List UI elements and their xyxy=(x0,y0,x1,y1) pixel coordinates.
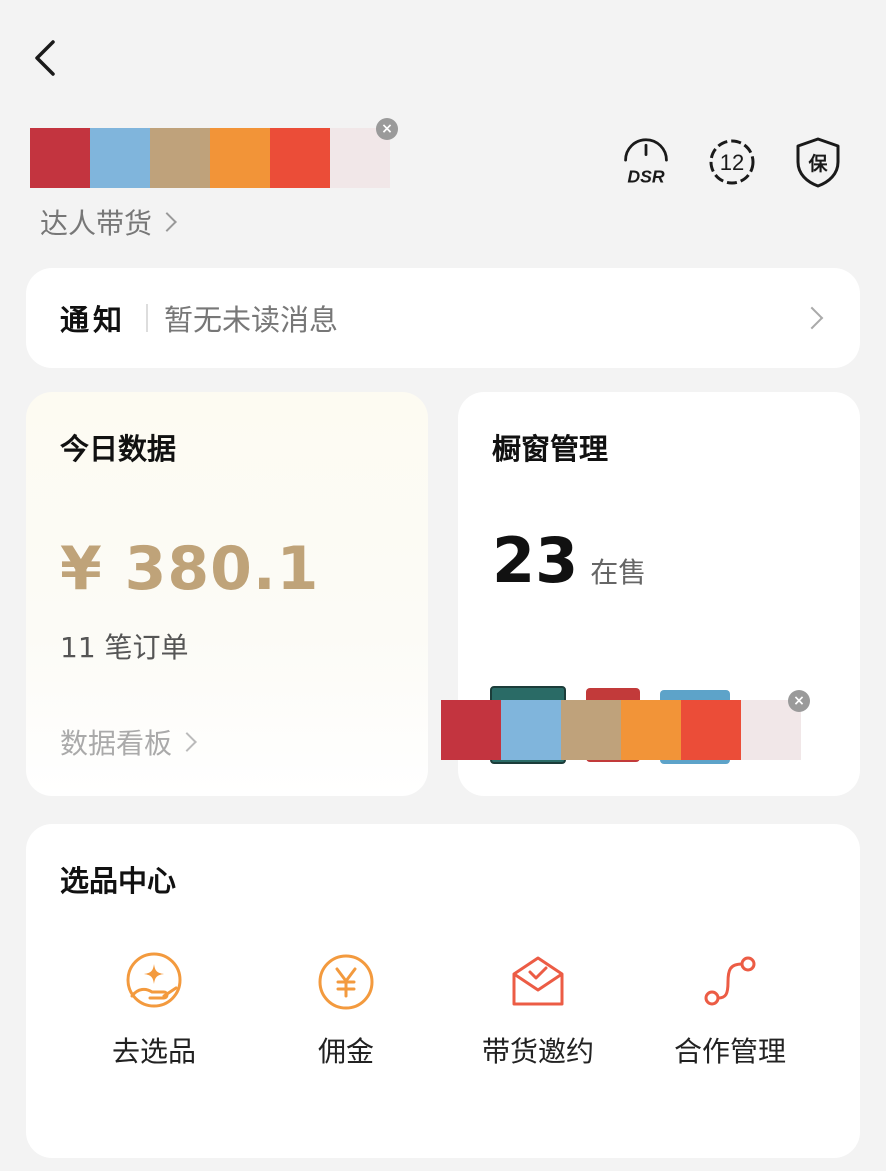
commission-button[interactable]: 佣金 xyxy=(256,952,436,1070)
today-orders: 11 笔订单 xyxy=(60,631,189,664)
connection-path-icon xyxy=(704,956,756,1006)
window-title: 橱窗管理 xyxy=(492,432,609,466)
select-center-title: 选品中心 xyxy=(60,864,177,898)
guarantee-shield-icon: 保 xyxy=(796,137,840,188)
color-swatch xyxy=(150,128,210,188)
color-swatch xyxy=(30,128,90,188)
chevron-right-icon xyxy=(157,212,177,232)
back-button[interactable] xyxy=(26,36,66,80)
dsr-gauge-icon: DSR xyxy=(624,138,668,186)
color-swatch xyxy=(501,700,561,760)
invitation-button[interactable]: 带货邀约 xyxy=(448,952,628,1070)
shop-type-label: 达人带货 xyxy=(40,207,153,240)
yen-coin-icon xyxy=(318,954,374,1010)
feature-label: 合作管理 xyxy=(673,1035,786,1068)
envelope-check-icon xyxy=(512,956,564,1006)
notice-title: 通知 xyxy=(60,303,127,337)
today-title: 今日数据 xyxy=(60,432,177,466)
chevron-right-icon xyxy=(177,732,197,752)
data-board-label: 数据看板 xyxy=(60,727,173,760)
close-icon[interactable]: × xyxy=(788,690,810,712)
level-button[interactable]: 12 xyxy=(706,134,758,190)
chevron-left-icon xyxy=(35,40,55,76)
color-swatch xyxy=(621,700,681,760)
data-board-link[interactable]: 数据看板 xyxy=(60,722,197,762)
color-swatch xyxy=(90,128,150,188)
divider xyxy=(146,304,149,332)
on-sale-count: 23 xyxy=(492,524,579,597)
feature-label: 佣金 xyxy=(317,1035,374,1068)
close-icon[interactable]: × xyxy=(376,118,398,140)
feature-label: 去选品 xyxy=(111,1035,196,1068)
chevron-right-icon xyxy=(800,306,824,330)
guarantee-char: 保 xyxy=(807,152,828,175)
select-products-button[interactable]: 去选品 xyxy=(64,952,244,1070)
dsr-label: DSR xyxy=(627,166,664,186)
on-sale-label: 在售 xyxy=(590,556,647,589)
shop-name-mask xyxy=(30,128,390,188)
shop-type-link[interactable]: 达人带货 xyxy=(40,202,177,242)
cooperation-button[interactable]: 合作管理 xyxy=(640,952,820,1070)
notice-bar[interactable]: 通知 暂无未读消息 xyxy=(26,268,860,368)
dsr-button[interactable]: DSR xyxy=(620,134,672,190)
hand-sparkle-icon xyxy=(126,952,182,1008)
guarantee-button[interactable]: 保 xyxy=(792,134,844,190)
level-12-badge-icon: 12 xyxy=(709,139,755,185)
color-swatch xyxy=(681,700,741,760)
today-data-card[interactable]: 今日数据 ¥ 380.1 11 笔订单 数据看板 xyxy=(26,392,428,796)
feature-label: 带货邀约 xyxy=(481,1035,594,1068)
select-center-card: 选品中心 去选品 佣金 带货邀约 合作管理 xyxy=(26,824,860,1158)
color-swatch xyxy=(561,700,621,760)
color-swatch xyxy=(441,700,501,760)
notice-message: 暂无未读消息 xyxy=(164,303,339,337)
product-thumbnails-mask xyxy=(441,700,801,760)
level-number: 12 xyxy=(720,150,744,175)
color-swatch xyxy=(270,128,330,188)
color-swatch xyxy=(210,128,270,188)
today-amount: ¥ 380.1 xyxy=(60,534,320,604)
